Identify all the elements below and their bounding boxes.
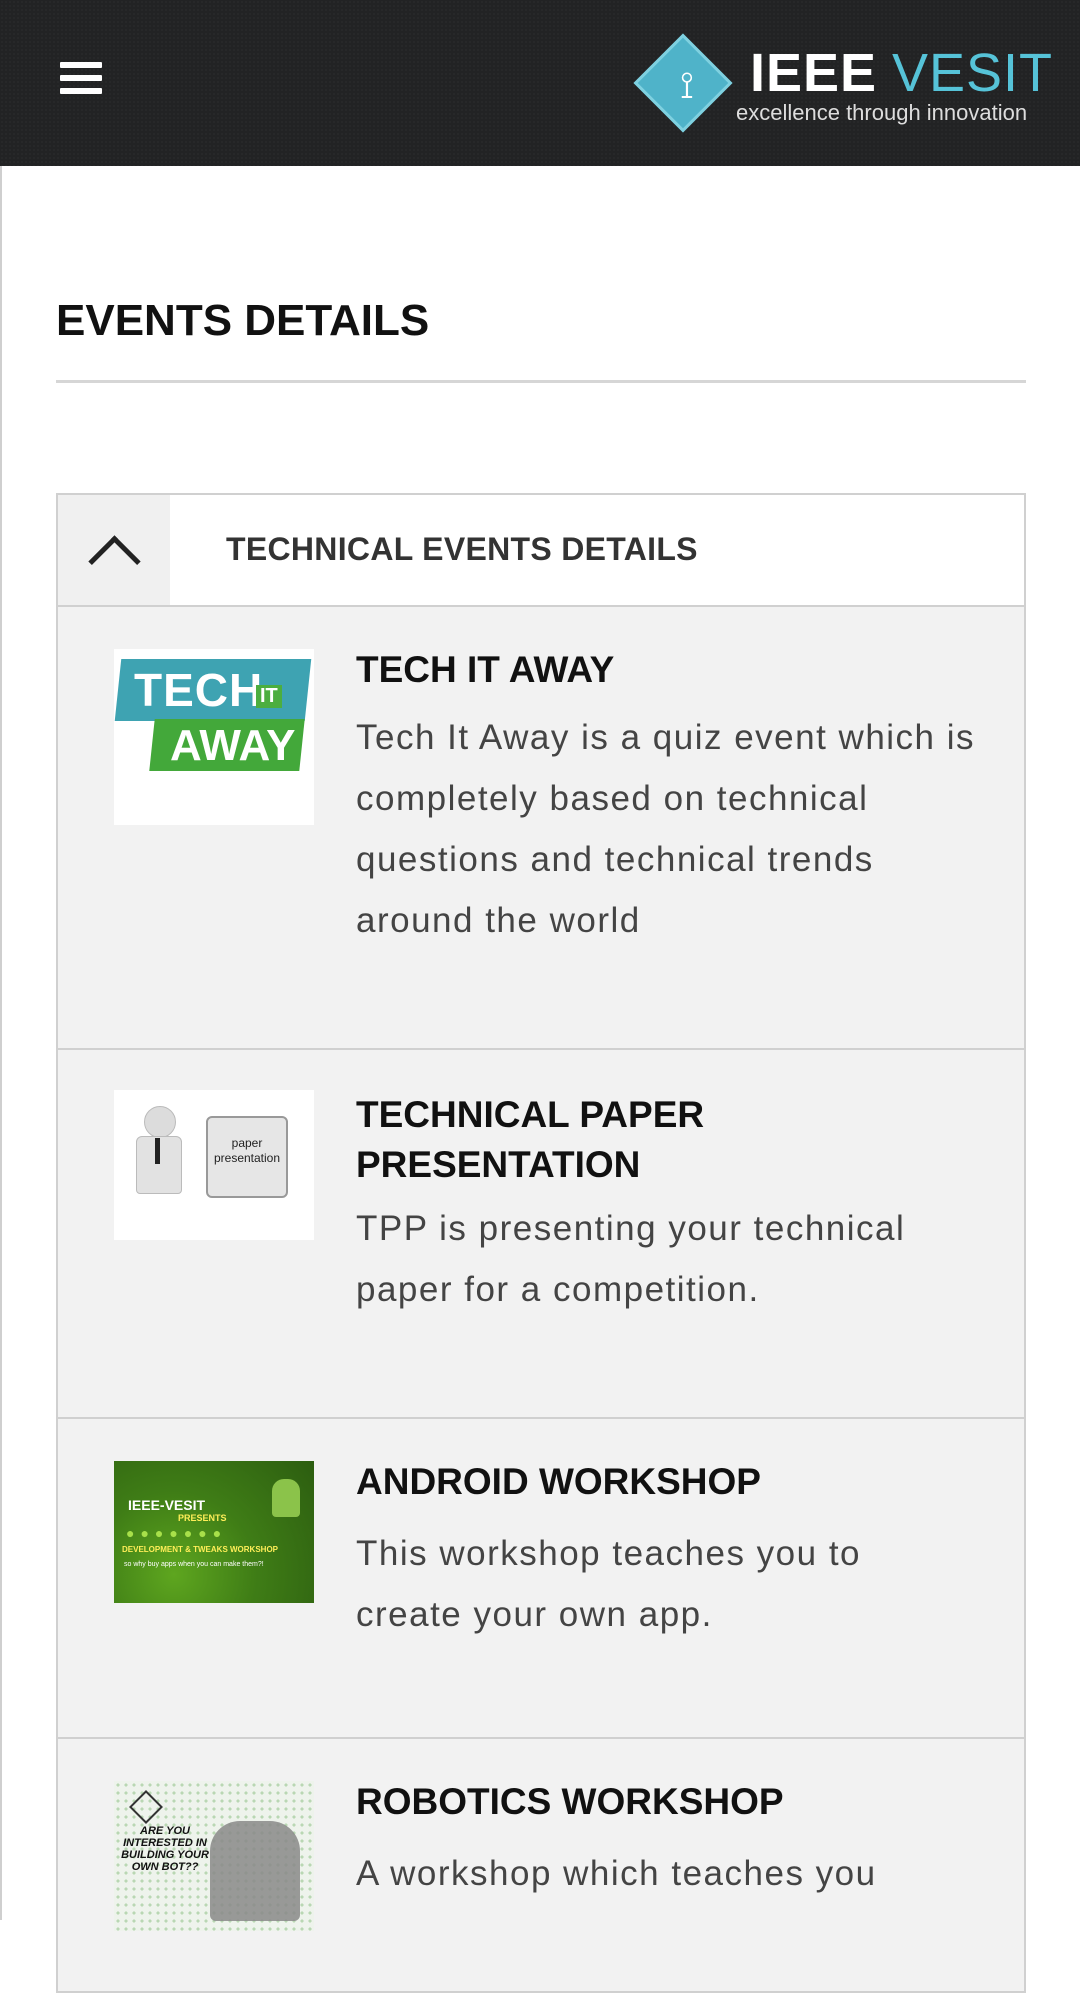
event-thumbnail: TECH AWAY IT	[114, 649, 314, 825]
thumb-text: IEEE-VESIT	[128, 1497, 206, 1513]
thumb-text: IT	[256, 685, 282, 708]
top-app-bar: ⟟ IEEE VESIT excellence through innovati…	[0, 0, 1080, 166]
logo-word-ieee: IEEE	[750, 43, 878, 103]
thumb-text: ARE YOU INTERESTED IN BUILDING YOUR OWN …	[121, 1825, 209, 1873]
event-title[interactable]: TECHNICAL PAPER PRESENTATION	[356, 1090, 916, 1190]
thumb-text: AWAY	[170, 721, 296, 770]
thumb-text: DEVELOPMENT & TWEAKS WORKSHOP	[122, 1545, 279, 1554]
thumb-text: PRESENTS	[178, 1513, 227, 1523]
logo-tagline: excellence through innovation	[736, 100, 1028, 125]
android-robots-icon: ●●●●●●●	[126, 1525, 228, 1541]
event-thumbnail: ARE YOU INTERESTED IN BUILDING YOUR OWN …	[114, 1781, 314, 1931]
event-description: Tech It Away is a quiz event which is co…	[356, 718, 976, 940]
android-robot-icon	[272, 1479, 300, 1517]
robot-icon	[210, 1821, 300, 1921]
event-title[interactable]: TECH IT AWAY	[356, 645, 976, 695]
event-title[interactable]: ROBOTICS WORKSHOP	[356, 1777, 976, 1827]
title-divider	[56, 380, 1026, 383]
event-description: A workshop which teaches you	[356, 1854, 877, 1893]
event-item-tech-it-away[interactable]: TECH AWAY IT TECH IT AWAY Tech It Away i…	[58, 607, 1024, 1050]
event-thumbnail: IEEE-VESIT PRESENTS ●●●●●●● DEVELOPMENT …	[114, 1461, 314, 1603]
chevron-up-icon	[88, 535, 141, 588]
event-item-android-workshop[interactable]: IEEE-VESIT PRESENTS ●●●●●●● DEVELOPMENT …	[58, 1419, 1024, 1739]
event-description: This workshop teaches you to create your…	[356, 1534, 862, 1634]
accordion-header[interactable]: TECHNICAL EVENTS DETAILS	[58, 495, 1024, 607]
event-item-robotics-workshop[interactable]: ARE YOU INTERESTED IN BUILDING YOUR OWN …	[58, 1739, 1024, 1999]
thumb-text: presentation	[213, 1151, 281, 1165]
event-description: TPP is presenting your technical paper f…	[356, 1209, 906, 1309]
thumb-text: TECH	[134, 664, 264, 716]
logo-word-vesit: VESIT	[892, 43, 1054, 103]
thumb-text: so why buy apps when you can make them?!	[124, 1561, 264, 1568]
ieee-symbol-icon: ⟟	[679, 63, 695, 107]
ieee-vesit-logo[interactable]: ⟟ IEEE VESIT excellence through innovati…	[633, 33, 1054, 136]
accordion-title: TECHNICAL EVENTS DETAILS	[226, 531, 698, 567]
event-title[interactable]: ANDROID WORKSHOP	[356, 1457, 976, 1507]
event-item-technical-paper-presentation[interactable]: paper presentation TECHNICAL PAPER PRESE…	[58, 1050, 1024, 1419]
accordion-toggle-button[interactable]	[58, 495, 170, 605]
page-left-border	[0, 166, 2, 1920]
page-title: EVENTS DETAILS	[56, 296, 430, 345]
hamburger-menu-icon[interactable]	[60, 62, 102, 96]
technical-events-accordion: TECHNICAL EVENTS DETAILS TECH AWAY IT TE…	[56, 493, 1026, 1993]
thumb-text: paper	[231, 1136, 263, 1150]
event-thumbnail: paper presentation	[114, 1090, 314, 1240]
